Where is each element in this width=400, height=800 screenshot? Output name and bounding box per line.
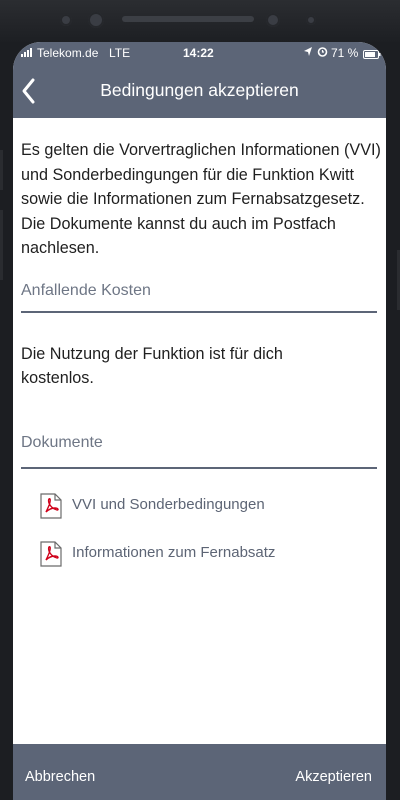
phone-frame: Telekom.de LTE 14:22 71 % Bedingungen ak…: [0, 0, 400, 800]
proximity-sensor-icon: [266, 13, 280, 27]
bottom-action-bar: Abbrechen Akzeptieren: [13, 744, 386, 800]
costs-text: Die Nutzung der Funktion ist für dich ko…: [21, 345, 283, 387]
accept-button[interactable]: Akzeptieren: [295, 769, 372, 785]
cancel-button[interactable]: Abbrechen: [25, 769, 95, 785]
back-button[interactable]: [17, 74, 49, 108]
clock: 14:22: [183, 46, 214, 60]
document-link-vvi[interactable]: VVI und Sonderbedingungen: [40, 493, 370, 519]
costs-divider: [21, 311, 377, 313]
pdf-icon: [40, 493, 62, 519]
document-label-fernabsatz: Informationen zum Fernabsatz: [72, 544, 276, 561]
front-camera-icon: [88, 12, 104, 28]
side-button-left: [0, 150, 3, 190]
signal-icon: [21, 46, 35, 60]
battery-percent: 71 %: [331, 46, 359, 60]
intro-text: Es gelten die Vorvertraglichen Informati…: [21, 141, 381, 257]
app-screen: Telekom.de LTE 14:22 71 % Bedingungen ak…: [13, 42, 386, 800]
pdf-icon: [40, 541, 62, 567]
page-title: Bedingungen akzeptieren: [100, 80, 299, 100]
alarm-icon: [317, 46, 328, 60]
sensor-icon: [60, 14, 72, 26]
network-type: LTE: [109, 46, 131, 60]
location-icon: [303, 46, 313, 60]
earpiece-speaker: [122, 16, 254, 22]
document-link-fernabsatz[interactable]: Informationen zum Fernabsatz: [40, 541, 370, 567]
costs-heading: Anfallende Kosten: [21, 282, 151, 299]
battery-icon: [363, 48, 381, 62]
status-bar: Telekom.de LTE 14:22 71 %: [13, 42, 386, 64]
document-label-vvi: VVI und Sonderbedingungen: [72, 496, 265, 513]
phone-bezel-top: [0, 0, 400, 42]
documents-heading: Dokumente: [21, 434, 103, 451]
navigation-bar: Bedingungen akzeptieren: [13, 64, 386, 118]
light-sensor-icon: [306, 15, 316, 25]
carrier-name: Telekom.de: [37, 46, 99, 60]
chevron-left-icon: [22, 78, 35, 104]
documents-divider: [21, 467, 377, 469]
volume-button: [0, 210, 3, 280]
